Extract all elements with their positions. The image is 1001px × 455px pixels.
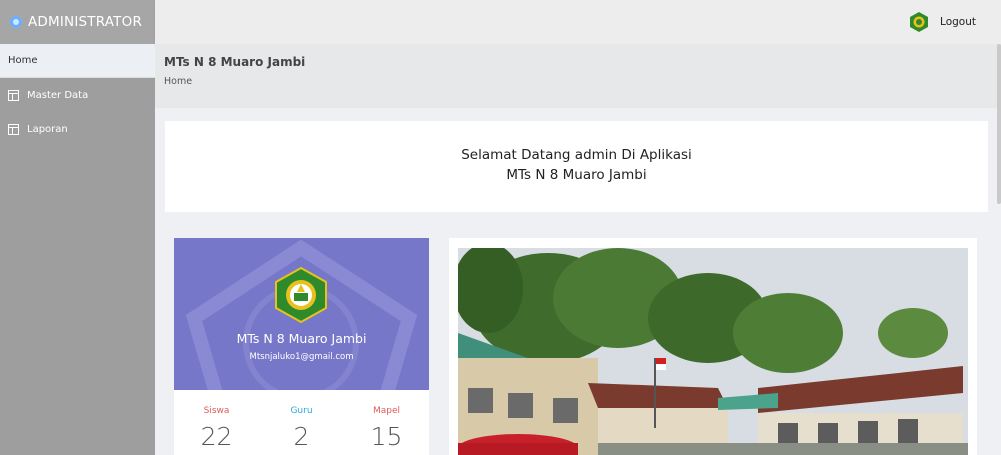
page-title: MTs N 8 Muaro Jambi: [164, 55, 306, 69]
table-icon: [8, 89, 19, 101]
sidebar-item-master-data[interactable]: Master Data: [0, 78, 155, 112]
welcome-card: Selamat Datang admin Di Aplikasi MTs N 8…: [165, 121, 988, 212]
stats-row: Siswa 22 Guru 2 Mapel 15: [174, 390, 429, 451]
school-building-photo: [458, 248, 968, 455]
brand-icon: [10, 16, 22, 28]
welcome-line-1: Selamat Datang admin Di Aplikasi: [461, 147, 692, 163]
table-icon: [8, 123, 19, 135]
sidebar-item-home[interactable]: Home: [0, 44, 155, 78]
profile-name: MTs N 8 Muaro Jambi: [236, 331, 367, 346]
sidebar-item-label: Laporan: [27, 123, 68, 135]
brand-label: ADMINISTRATOR: [28, 14, 143, 30]
page-header: MTs N 8 Muaro Jambi Home: [155, 44, 1001, 108]
profile-card: MTs N 8 Muaro Jambi Mtsnjaluko1@gmail.co…: [174, 238, 429, 455]
stat-label: Mapel: [372, 406, 401, 416]
stat-mapel: Mapel 15: [344, 406, 429, 451]
stat-label: Guru: [290, 406, 313, 416]
stat-label: Siswa: [203, 406, 230, 416]
welcome-line-2: MTs N 8 Muaro Jambi: [506, 167, 647, 183]
logout-label: Logout: [940, 16, 976, 28]
brand[interactable]: ADMINISTRATOR: [0, 0, 155, 44]
page-scrollbar[interactable]: [997, 44, 1001, 204]
sidebar-item-label: Master Data: [27, 89, 89, 101]
sidebar-item-laporan[interactable]: Laporan: [0, 112, 155, 146]
stat-value: 22: [200, 422, 233, 451]
profile-header: MTs N 8 Muaro Jambi Mtsnjaluko1@gmail.co…: [174, 238, 429, 390]
photo-card: [449, 238, 977, 455]
topbar: Logout: [155, 0, 1001, 44]
breadcrumb[interactable]: Home: [164, 76, 1001, 87]
stat-value: 2: [293, 422, 310, 451]
stat-value: 15: [370, 422, 403, 451]
stat-siswa: Siswa 22: [174, 406, 259, 451]
sidebar-item-label: Home: [8, 55, 38, 66]
stat-guru: Guru 2: [259, 406, 344, 451]
sidebar: ADMINISTRATOR Home Master Data Laporan: [0, 0, 155, 455]
school-logo-icon: [275, 266, 327, 324]
user-avatar-icon: [910, 12, 929, 32]
logout-button[interactable]: Logout: [908, 0, 976, 44]
profile-email: Mtsnjaluko1@gmail.com: [249, 352, 354, 362]
